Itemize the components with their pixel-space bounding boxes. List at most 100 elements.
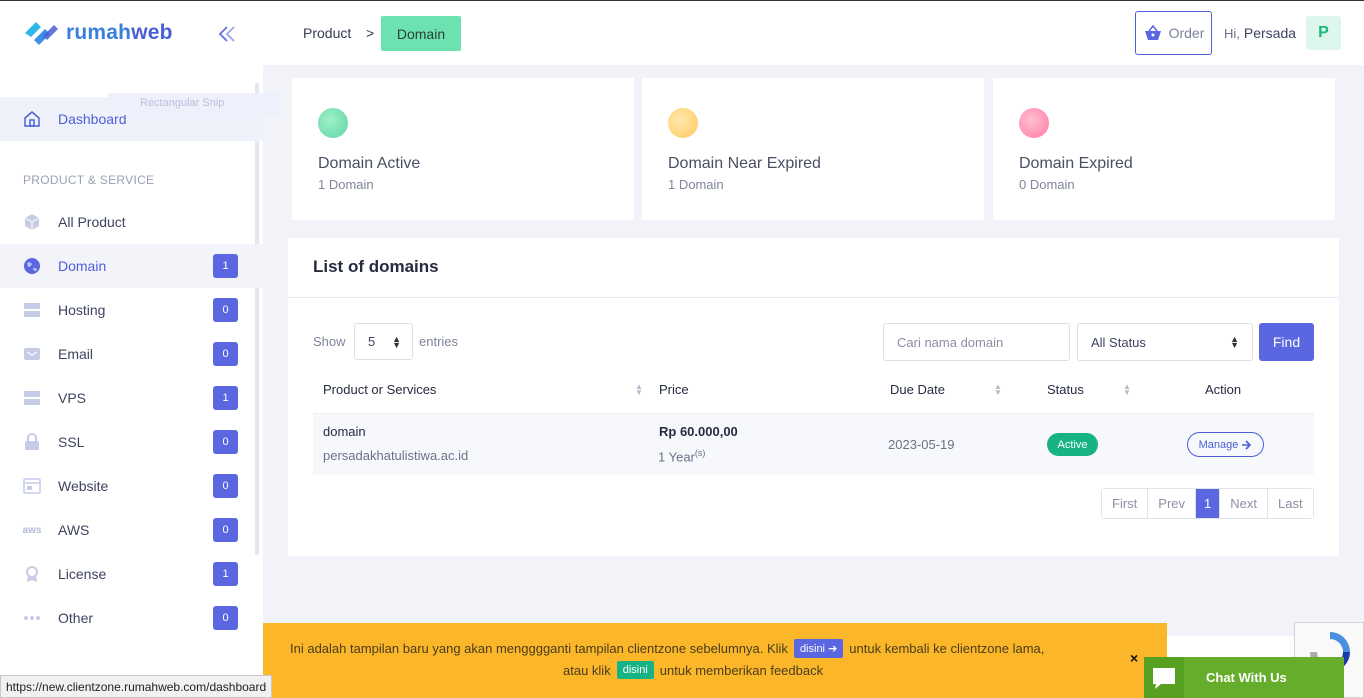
sort-icon[interactable]: ▲ ▼ bbox=[635, 383, 643, 397]
sidebar-item-domain[interactable]: Domain 1 bbox=[0, 244, 263, 288]
brand-name-part2: web bbox=[131, 21, 173, 44]
box-icon bbox=[22, 212, 42, 232]
column-header-product[interactable]: Product or Services bbox=[323, 382, 436, 397]
sidebar-item-label: License bbox=[58, 566, 107, 582]
feedback-link[interactable]: disini bbox=[616, 661, 654, 679]
notice-line-2: atau klik disini untuk memberikan feedba… bbox=[563, 661, 823, 679]
status-badge: Active bbox=[1047, 433, 1098, 456]
browser-icon bbox=[22, 476, 42, 496]
stat-count: 1 Domain bbox=[318, 177, 374, 192]
stat-title: Domain Active bbox=[318, 155, 421, 172]
panel-title: List of domains bbox=[313, 257, 439, 276]
count-badge: 0 bbox=[213, 342, 238, 366]
notice-text: untuk memberikan feedback bbox=[659, 662, 824, 678]
column-header-status[interactable]: Status bbox=[1047, 382, 1084, 397]
count-badge: 0 bbox=[213, 298, 238, 322]
count-badge: 0 bbox=[213, 474, 238, 498]
pager-prev[interactable]: Prev bbox=[1148, 489, 1197, 518]
manage-button[interactable]: Manage bbox=[1187, 432, 1264, 457]
globe-icon bbox=[22, 256, 42, 276]
sidebar: rumahweb Dashboard Rectangular Snip PROD… bbox=[0, 1, 280, 698]
snip-tooltip-ghost: Rectangular Snip bbox=[108, 93, 280, 115]
stat-count: 1 Domain bbox=[668, 177, 724, 192]
old-clientzone-link[interactable]: disini ➔ bbox=[793, 639, 844, 658]
sidebar-item-label: SSL bbox=[58, 434, 85, 450]
sidebar-item-label: Website bbox=[58, 478, 109, 494]
order-button[interactable]: Order bbox=[1135, 11, 1212, 55]
section-title: PRODUCT & SERVICE bbox=[23, 173, 155, 187]
close-icon[interactable]: × bbox=[1130, 650, 1138, 666]
mail-icon bbox=[22, 344, 42, 364]
chat-bubble-icon bbox=[1144, 657, 1184, 698]
award-icon bbox=[22, 564, 42, 584]
sidebar-item-aws[interactable]: aws AWS 0 bbox=[0, 508, 263, 552]
stat-count: 0 Domain bbox=[1019, 177, 1075, 192]
column-header-due-date[interactable]: Due Date bbox=[890, 382, 945, 397]
sort-icon[interactable]: ▲ ▼ bbox=[1123, 383, 1131, 397]
count-badge: 0 bbox=[213, 518, 238, 542]
pager-first[interactable]: First bbox=[1102, 489, 1149, 518]
sidebar-item-website[interactable]: Website 0 bbox=[0, 464, 263, 508]
pager-page-current[interactable]: 1 bbox=[1196, 489, 1221, 518]
chat-with-us-button[interactable]: Chat With Us bbox=[1144, 657, 1344, 698]
notice-banner: Ini adalah tampilan baru yang akan mengg… bbox=[263, 623, 1167, 698]
order-label: Order bbox=[1168, 25, 1205, 41]
stat-card-expired: Domain Expired 0 Domain bbox=[993, 78, 1335, 220]
sidebar-item-vps[interactable]: VPS 1 bbox=[0, 376, 263, 420]
lock-icon bbox=[22, 432, 42, 452]
sidebar-item-label: All Product bbox=[58, 214, 126, 230]
notice-text: Ini adalah tampilan baru yang akan mengg… bbox=[290, 641, 788, 656]
topbar: Product > Domain Order Hi, Persada P bbox=[263, 1, 1364, 65]
entries-select[interactable]: 5 ▲ ▼ bbox=[354, 323, 413, 360]
collapse-sidebar-icon[interactable] bbox=[216, 23, 238, 45]
avatar[interactable]: P bbox=[1306, 16, 1341, 50]
find-button[interactable]: Find bbox=[1259, 323, 1314, 361]
aws-icon: aws bbox=[22, 524, 42, 536]
entries-label: entries bbox=[419, 334, 459, 349]
sidebar-item-other[interactable]: Other 0 bbox=[0, 596, 263, 640]
pager-next[interactable]: Next bbox=[1220, 489, 1268, 518]
status-filter-select[interactable]: All Status ▲ ▼ bbox=[1077, 323, 1253, 361]
rumahweb-logo-icon bbox=[25, 22, 58, 45]
select-arrows-icon: ▲ ▼ bbox=[392, 334, 401, 350]
user-name[interactable]: Persada bbox=[1244, 25, 1296, 41]
breadcrumb-current: Domain bbox=[381, 16, 461, 51]
sidebar-item-label: AWS bbox=[58, 522, 90, 538]
show-label: Show bbox=[313, 334, 346, 349]
sort-icon[interactable]: ▲ ▼ bbox=[994, 383, 1002, 397]
user-greeting: Hi, Persada bbox=[1224, 25, 1296, 41]
search-domain-input[interactable] bbox=[883, 323, 1070, 361]
sidebar-item-all-product[interactable]: All Product bbox=[0, 200, 263, 244]
sidebar-item-license[interactable]: License 1 bbox=[0, 552, 263, 596]
stat-title: Domain Expired bbox=[1019, 155, 1133, 172]
price: Rp 60.000,00 bbox=[659, 424, 738, 439]
notice-text: atau klik bbox=[563, 662, 611, 678]
domain-list-panel: List of domains Show 5 ▲▼ entries All St… bbox=[288, 238, 1339, 556]
sidebar-item-email[interactable]: Email 0 bbox=[0, 332, 263, 376]
pager-last[interactable]: Last bbox=[1267, 489, 1313, 518]
sidebar-item-label: Domain bbox=[58, 258, 107, 274]
brand-logo[interactable]: rumahweb bbox=[22, 18, 173, 48]
breadcrumb-product[interactable]: Product bbox=[303, 25, 351, 41]
arrow-right-icon: ➔ bbox=[828, 643, 838, 655]
period-text: 1 Year bbox=[658, 449, 695, 465]
sidebar-item-label: Email bbox=[58, 346, 94, 362]
sidebar-item-ssl[interactable]: SSL 0 bbox=[0, 420, 263, 464]
column-header-price: Price bbox=[659, 382, 689, 397]
link-label: disini bbox=[799, 643, 826, 655]
sidebar-item-label: VPS bbox=[58, 390, 87, 406]
sidebar-item-hosting[interactable]: Hosting 0 bbox=[0, 288, 263, 332]
count-badge: 1 bbox=[213, 254, 238, 278]
greeting-text: Hi, bbox=[1224, 26, 1240, 41]
brand-name-part1: rumah bbox=[66, 21, 132, 44]
arrow-right-icon bbox=[1242, 439, 1252, 450]
select-arrows-icon: ▲ ▼ bbox=[1230, 334, 1239, 350]
count-badge: 1 bbox=[213, 386, 238, 410]
vps-icon bbox=[22, 388, 42, 408]
globe-icon bbox=[668, 108, 698, 138]
globe-icon bbox=[318, 108, 348, 138]
dots-icon bbox=[22, 608, 42, 628]
stat-title: Domain Near Expired bbox=[668, 155, 821, 172]
sidebar-item-label: Other bbox=[58, 610, 94, 626]
due-date: 2023-05-19 bbox=[888, 437, 955, 452]
